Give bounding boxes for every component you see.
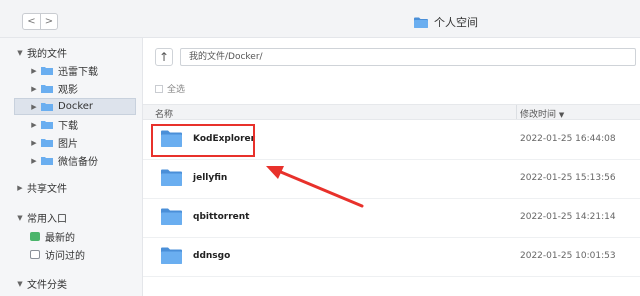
annotation-arrow: [266, 166, 364, 208]
